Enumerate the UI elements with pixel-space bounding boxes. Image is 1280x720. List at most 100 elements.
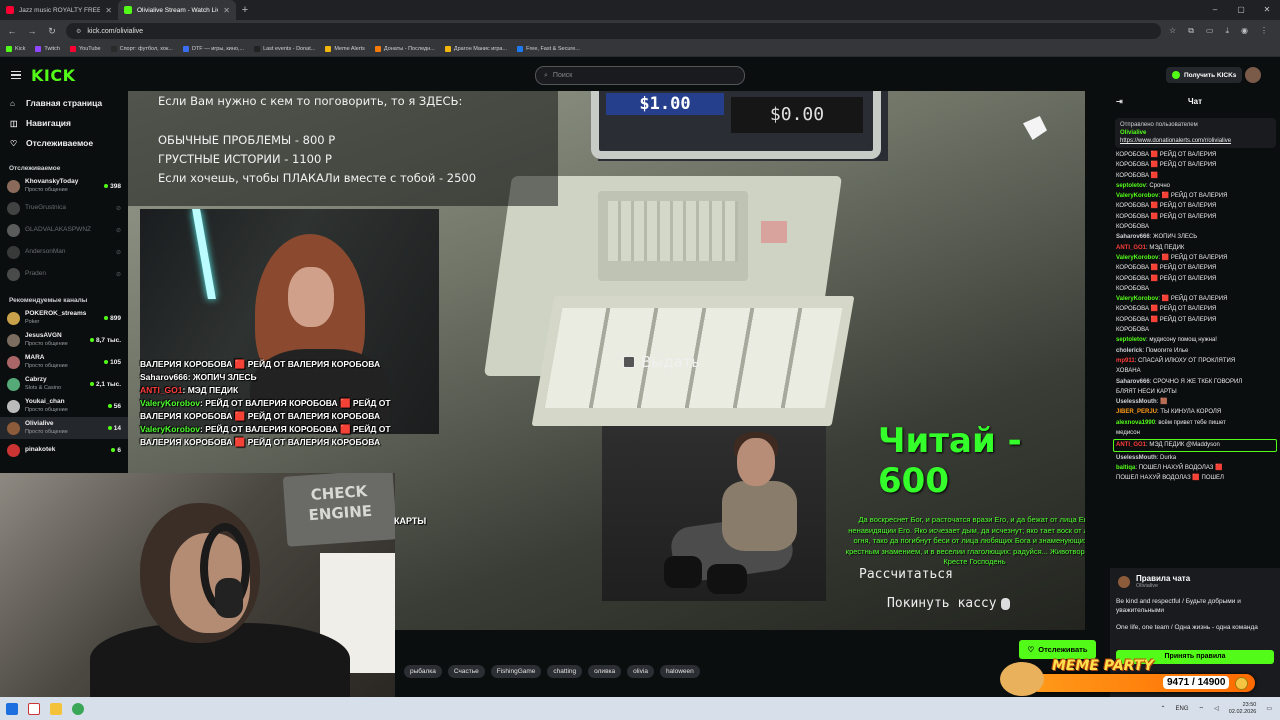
tray-arrow-icon[interactable]: ⌃ [1160,705,1165,712]
chat-username[interactable]: ValeryKorobov [1116,296,1158,302]
register-keypad [598,191,748,281]
close-icon[interactable]: ✕ [223,6,230,15]
chat-username[interactable]: septoletov [1116,337,1146,343]
file-explorer-icon[interactable] [50,702,62,715]
chat-username[interactable]: ANTI_GO1 [1116,245,1146,251]
browser-tab[interactable]: Jazz music ROYALTY FREE Backg... ✕ [0,0,118,20]
maximize-button[interactable]: ▢ [1228,0,1254,20]
bookmark-favicon-icon [35,46,42,52]
channel-meta: POKEROK_streams Poker [25,310,99,326]
bookmark-item[interactable]: Meme Alerts [325,46,365,52]
bookmark-item[interactable]: Twitch [35,46,60,52]
sidebar-channel[interactable]: Youkai_chan Просто общение 56 [0,395,128,417]
tag-chip[interactable]: рыбалка [404,665,442,678]
chat-username[interactable]: cholerick [1116,348,1142,354]
channel-category: Просто общение [25,187,68,193]
bookmark-item[interactable]: Донаты - Последн... [374,46,435,52]
windows-start-icon[interactable] [6,702,18,715]
sidebar-channel[interactable]: Cabrzy Slots & Casino 2,1 тыс. [0,373,128,395]
volume-icon[interactable]: ◁ [1214,705,1219,712]
avatar [7,421,20,435]
bookmark-star-icon[interactable]: ☆ [1169,26,1176,36]
chat-username[interactable]: UselessMouth [1116,399,1157,405]
kick-logo[interactable]: KICK [31,66,76,85]
clock[interactable]: 23:50 02.02.2026 [1229,702,1257,716]
browse-icon: ◫ [10,118,18,128]
viewer-number: 2,1 тыс. [96,380,121,388]
bookmark-item[interactable]: Драгон Манис игра... [444,46,507,52]
sidebar-channel[interactable]: GLADVALAKASPWNZ ⊘ [0,219,128,241]
tag-chip[interactable]: FishingGame [490,665,542,678]
chat-username[interactable]: ValeryKorobov [1116,193,1158,199]
profile-icon[interactable]: ◉ [1241,26,1248,36]
collapse-chat-icon[interactable]: ⇥ [1116,97,1123,106]
tag-chip[interactable]: оливка [588,665,622,678]
close-icon[interactable]: ✕ [105,6,112,15]
sidebar-item-following[interactable]: ♡ Отслеживаемое [0,133,128,153]
network-icon[interactable]: ⌔ [1199,705,1205,713]
tag-chip[interactable]: haloween [659,665,700,678]
chat-username[interactable]: baltiqa [1116,465,1135,471]
sidebar-channel[interactable]: KhovanskyToday Просто общение 398 [0,175,128,197]
chat-username[interactable]: UselessMouth [1116,455,1157,461]
back-icon[interactable]: ← [6,26,18,36]
sidebar-item-browse[interactable]: ◫ Навигация [0,113,128,133]
hamburger-menu-icon[interactable] [11,70,21,80]
tag-chip[interactable]: olivia [627,665,654,678]
user-avatar[interactable] [1245,67,1261,83]
chat-username[interactable]: Saharov666 [1116,234,1150,240]
bookmark-item[interactable]: YouTube [69,46,101,52]
new-tab-button[interactable]: + [236,4,254,16]
tag-chip[interactable]: chatting [547,665,583,678]
rules-channel: Olivialive [1136,583,1159,589]
sidebar-channel[interactable]: JesusAVGN Просто общение 8,7 тыс. [0,329,128,351]
chat-username[interactable]: mp911 [1116,358,1135,364]
forward-icon[interactable]: → [26,26,38,36]
reload-icon[interactable]: ↻ [46,26,58,37]
bookmark-label: Донаты - Последн... [383,46,435,52]
leave-label: Покинуть кассу [887,596,997,611]
chat-messages: КОРОБОВА 🟥 РЕЙД ОТ ВАЛЕРИЯ КОРОБОВА 🟥 РЕЙ… [1110,150,1280,484]
sidebar-channel[interactable]: MARA Просто общение 105 [0,351,128,373]
sidebar-channel[interactable]: Praden ⊘ [0,263,128,285]
pinned-message[interactable]: Отправлено пользователем Olivialive http… [1115,118,1276,148]
sidebar-channel[interactable]: POKEROK_streams Poker 899 [0,307,128,329]
get-kicks-button[interactable]: Получить KICKs [1166,67,1243,83]
chat-username[interactable]: Saharov666 [1116,379,1150,385]
chrome-icon[interactable] [72,702,84,715]
chat-username[interactable]: ANTI_GO1 [1116,442,1146,448]
chat-username[interactable]: ValeryKorobov [1116,255,1158,261]
pinned-link[interactable]: https://www.donationalerts.com/r/olivial… [1120,137,1271,145]
sidebar-channel[interactable]: TrueGrustnica ⊘ [0,197,128,219]
chat-username[interactable]: alexnova1990 [1116,420,1155,426]
notifications-icon[interactable]: ▭ [1266,705,1272,712]
sidebar-channel[interactable]: AndersonMan ⊘ [0,241,128,263]
avatar [7,223,20,237]
cast-icon[interactable]: ▭ [1206,26,1214,36]
sidebar-item-home[interactable]: ⌂ Главная страница [0,93,128,113]
extensions-icon[interactable]: ⧉ [1188,26,1194,36]
bookmark-item[interactable]: DTF — игры, кино,... [182,46,244,52]
url-field[interactable]: ⚙ kick.com/olivialive [66,23,1162,39]
sidebar-channel[interactable]: pinakotek 6 [0,439,128,461]
download-icon[interactable]: ⤓ [1225,26,1229,36]
chat-username[interactable]: septoletov [1116,183,1146,189]
sidebar-channel[interactable]: Olivialive Просто общение 14 [0,417,128,439]
language-indicator[interactable]: ENG [1176,706,1189,712]
browser-tab-active[interactable]: Olivialive Stream - Watch Live o... ✕ [118,0,236,20]
bookmark-item[interactable]: Last events - Donat... [254,46,315,52]
search-input[interactable]: ⌕ Поиск [535,66,745,85]
yandex-icon[interactable] [28,702,40,715]
bookmark-item[interactable]: Free, Fast & Secure... [517,46,580,52]
minimize-button[interactable]: – [1202,0,1228,20]
site-info-icon[interactable]: ⚙ [76,28,81,35]
close-window-button[interactable]: ✕ [1254,0,1280,20]
tag-chip[interactable]: Счастье [447,665,485,678]
chat-username[interactable]: JIBER_PERJU [1116,409,1157,415]
chat-message: КОРОБОВА 🟥 РЕЙД ОТ ВАЛЕРИЯ [1116,201,1274,211]
bookmark-item[interactable]: Спорт: футбол, хок... [110,46,173,52]
bookmark-item[interactable]: Kick [6,46,25,52]
leave-register-option: Покинуть кассу [887,596,1010,611]
chat-text: МЭД ПЕДИК [1149,244,1185,251]
menu-icon[interactable]: ⋮ [1260,26,1268,36]
